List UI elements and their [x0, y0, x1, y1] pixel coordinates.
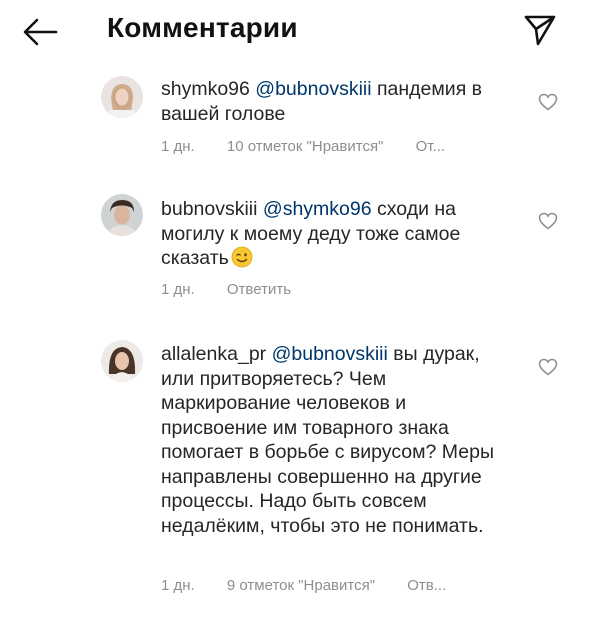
comment-text: allalenka_pr @bubnovskiii вы дурак, или … [161, 342, 506, 538]
reply-button[interactable]: Ответить [227, 281, 291, 298]
heart-icon[interactable] [538, 93, 558, 111]
comment-username[interactable]: shymko96 [161, 78, 250, 100]
reply-button[interactable]: Отв... [407, 577, 446, 594]
comment-username[interactable]: bubnovskiii [161, 198, 257, 220]
page-title: Комментарии [107, 12, 298, 43]
comment-time: 1 дн. [161, 281, 195, 298]
mention-link[interactable]: @bubnovskiii [255, 78, 371, 100]
reply-button[interactable]: От... [416, 138, 445, 155]
mention-link[interactable]: @shymko96 [263, 198, 372, 220]
comment-time: 1 дн. [161, 577, 195, 594]
comment-text: bubnovskiii @shymko96 сходи на могилу к … [161, 197, 511, 271]
heart-icon[interactable] [538, 212, 558, 230]
avatar[interactable] [101, 194, 143, 236]
avatar[interactable] [101, 76, 143, 118]
comment-body: вы дурак, или притворяетесь? Чем маркиро… [161, 343, 494, 537]
winking-face-emoji [231, 246, 253, 268]
comment-item: bubnovskiii @shymko96 сходи на могилу к … [0, 192, 590, 312]
comment-username[interactable]: allalenka_pr [161, 343, 266, 365]
likes-count[interactable]: 9 отметок "Нравится" [227, 577, 375, 594]
comment-item: shymko96 @bubnovskiii пандемия в вашей г… [0, 72, 590, 172]
comment-time: 1 дн. [161, 138, 195, 155]
mention-link[interactable]: @bubnovskiii [272, 343, 388, 365]
comment-meta: 1 дн. Ответить [161, 281, 319, 298]
avatar[interactable] [101, 340, 143, 382]
top-bar: Комментарии [0, 0, 590, 64]
comment-meta: 1 дн. 9 отметок "Нравится" Отв... [161, 577, 474, 594]
likes-count[interactable]: 10 отметок "Нравится" [227, 138, 384, 155]
comment-text: shymko96 @bubnovskiii пандемия в вашей г… [161, 77, 511, 126]
comment-item: allalenka_pr @bubnovskiii вы дурак, или … [0, 337, 590, 607]
send-icon[interactable] [522, 12, 558, 48]
arrow-left-icon[interactable] [20, 14, 60, 50]
comment-meta: 1 дн. 10 отметок "Нравится" От... [161, 138, 473, 155]
heart-icon[interactable] [538, 358, 558, 376]
